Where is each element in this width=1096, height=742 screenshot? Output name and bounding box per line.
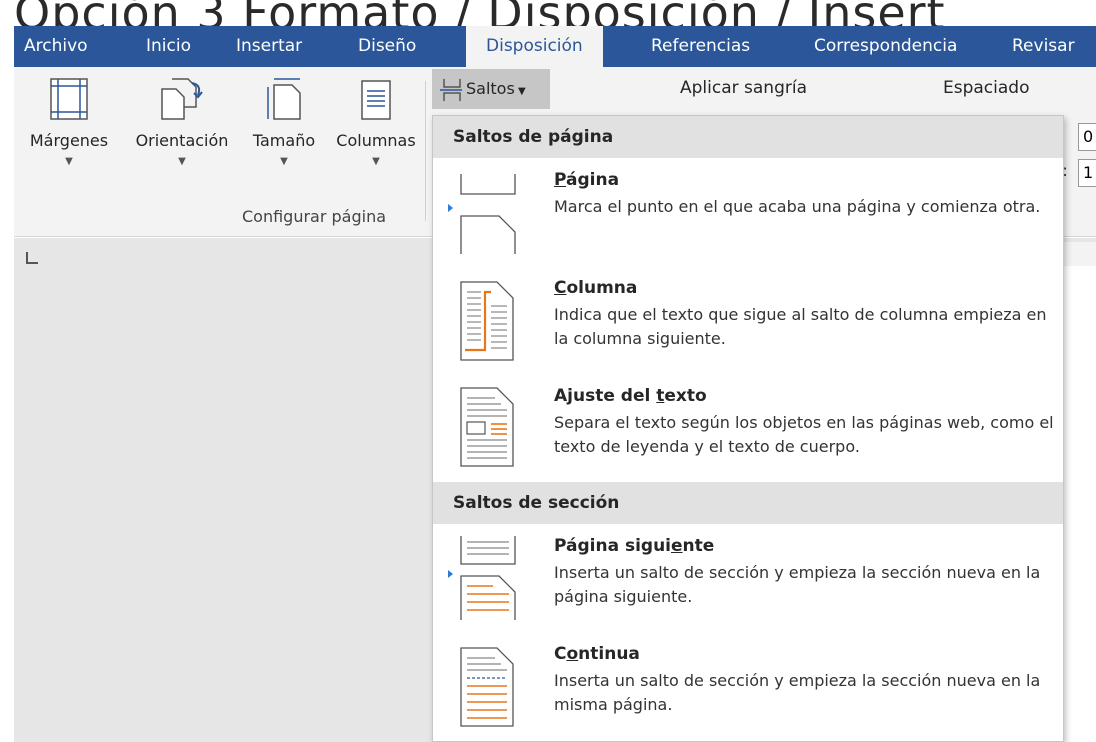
size-button[interactable]: Tamaño ▼ [240,77,328,167]
page-size-icon [267,78,301,120]
menu-item-title: Continua [554,644,640,664]
menu-item-description: Inserta un salto de sección y empieza la… [554,563,1041,606]
menu-item-description: Separa el texto según los objetos en las… [554,413,1054,456]
breaks-button[interactable]: Saltos ▼ [432,69,550,109]
margins-label: Márgenes [29,131,109,150]
tab-insertar[interactable]: Insertar [236,26,302,67]
tab-inicio[interactable]: Inicio [146,26,191,67]
breaks-label: Saltos [466,79,515,98]
columns-button[interactable]: Columnas ▼ [328,77,424,167]
orientation-icon [161,78,203,120]
section-breaks-header: Saltos de sección [433,482,1063,524]
chevron-down-icon: ▼ [372,156,380,167]
menu-item-title: Ajuste del texto [554,386,707,406]
spacing-after-input[interactable]: 1 [1078,159,1096,187]
text-wrapping-icon [460,387,514,467]
page-break-icon [460,174,516,254]
menu-item-description: Marca el punto en el que acaba una págin… [554,197,1041,216]
orientation-label: Orientación [135,131,229,150]
tab-disposicion[interactable]: Disposición [466,26,603,67]
chevron-down-icon: ▼ [178,156,186,167]
menu-item-next-page[interactable]: Página siguiente Inserta un salto de sec… [433,524,1063,632]
menu-item-column-break[interactable]: Columna Indica que el texto que sigue al… [433,266,1063,374]
size-label: Tamaño [252,131,316,150]
menu-item-title: Página [554,170,620,190]
menu-item-page-break[interactable]: Página Marca el punto en el que acaba un… [433,158,1063,266]
menu-item-description: Indica que el texto que sigue al salto d… [554,305,1047,348]
menu-item-text-wrapping[interactable]: Ajuste del texto Separa el texto según l… [433,374,1063,482]
tab-revisar[interactable]: Revisar [1012,26,1075,67]
column-break-icon [460,281,514,361]
spacing-label: Espaciado [943,78,1030,98]
page-breaks-header: Saltos de página [433,116,1063,158]
menu-item-description: Inserta un salto de sección y empieza la… [554,671,1041,714]
menu-item-title: Página siguiente [554,536,715,556]
tab-correspondencia[interactable]: Correspondencia [814,26,957,67]
group-label-page-setup: Configurar página [242,207,387,226]
chevron-down-icon: ▼ [65,156,73,167]
tab-referencias[interactable]: Referencias [651,26,750,67]
margins-icon [50,78,88,120]
next-page-section-icon [460,536,516,620]
indent-label: Aplicar sangría [680,78,807,98]
tab-stop-selector[interactable] [26,252,38,264]
columns-label: Columnas [336,131,416,150]
breaks-icon [440,79,462,101]
spacing-before-input[interactable]: 0 [1078,123,1096,151]
orientation-button[interactable]: Orientación ▼ [124,77,240,167]
chevron-down-icon: ▼ [514,86,526,97]
tab-diseno[interactable]: Diseño [358,26,416,67]
chevron-down-icon: ▼ [280,156,288,167]
breaks-dropdown-menu: Saltos de página Página Marca el punto e… [432,115,1064,742]
margins-button[interactable]: Márgenes ▼ [14,77,124,167]
columns-icon [361,80,391,120]
ribbon-tab-bar: Archivo Inicio Insertar Diseño Disposici… [14,26,1096,67]
continuous-section-icon [460,647,514,727]
tab-archivo[interactable]: Archivo [24,26,88,67]
menu-item-continuous[interactable]: Continua Inserta un salto de sección y e… [433,632,1063,740]
group-divider [425,81,426,221]
menu-item-title: Columna [554,278,638,298]
